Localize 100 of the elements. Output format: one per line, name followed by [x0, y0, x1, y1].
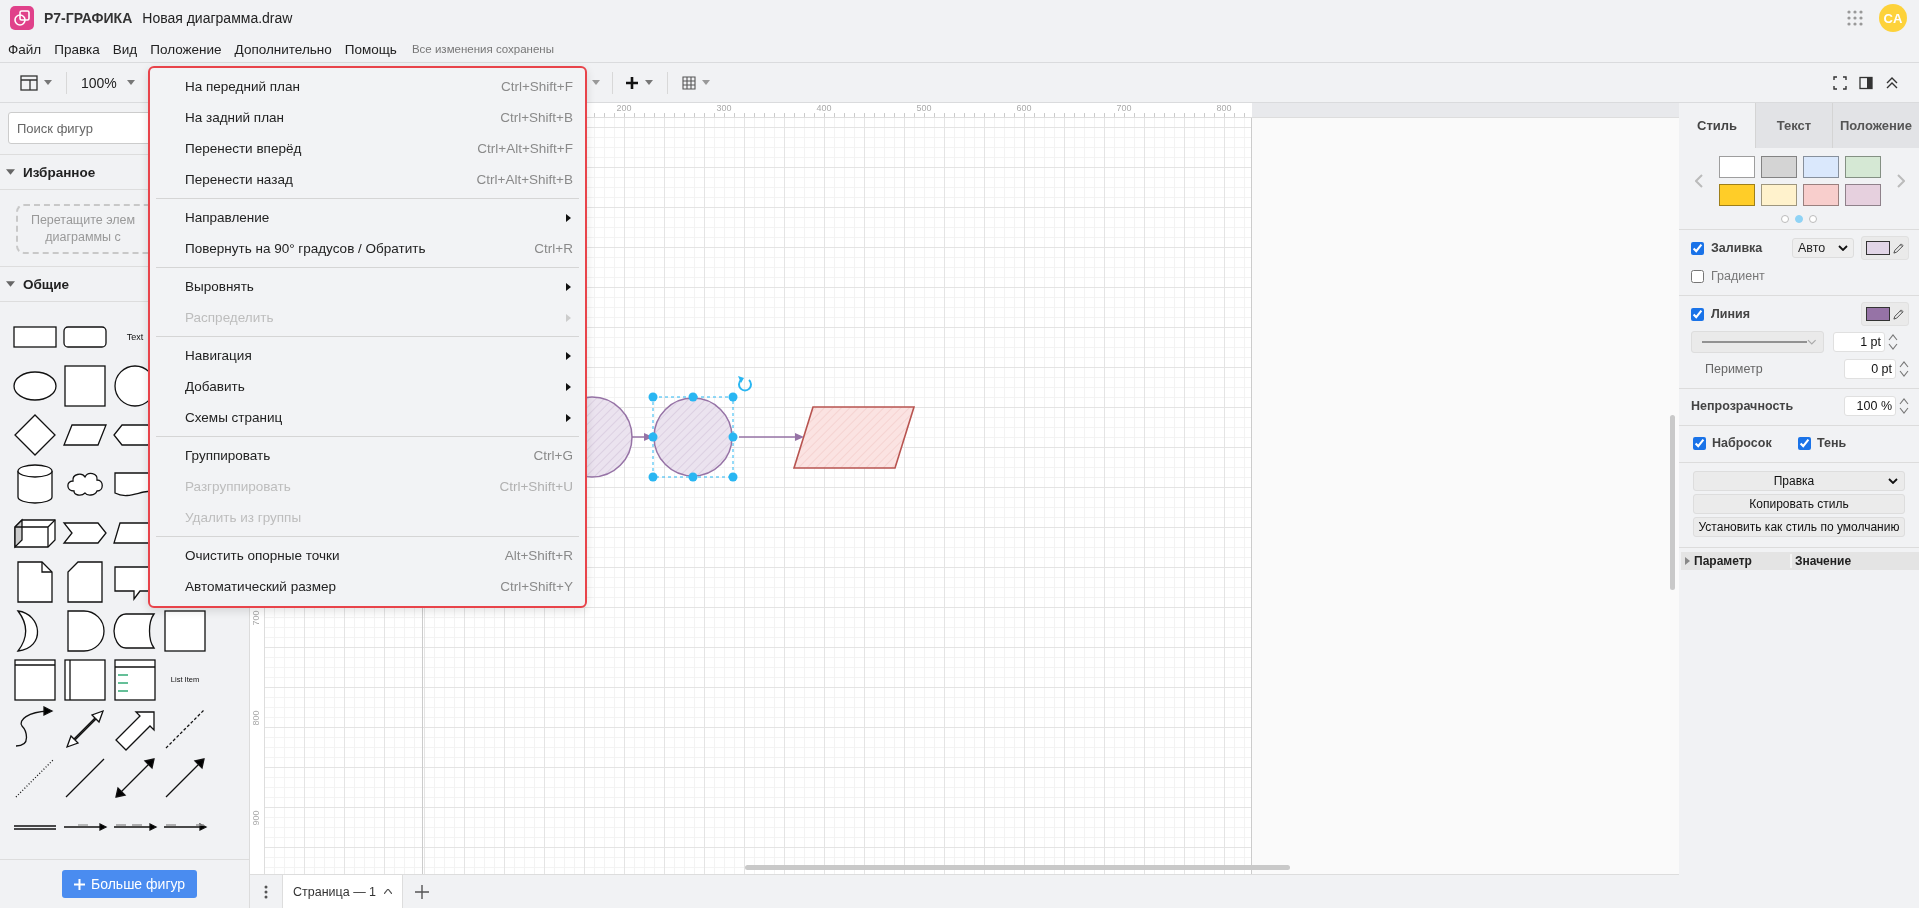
perimeter-field[interactable]: 0 pt	[1844, 359, 1896, 379]
square-icon[interactable]	[162, 607, 208, 654]
caret-icon[interactable]	[384, 889, 393, 894]
layout-button[interactable]	[20, 74, 52, 91]
style-swatch[interactable]	[1719, 156, 1755, 178]
menu-item[interactable]: Помощь	[344, 41, 397, 57]
fill-color-button[interactable]	[1861, 236, 1909, 260]
line-width-field[interactable]: 1 pt	[1833, 332, 1885, 352]
chevron-icon	[1838, 245, 1848, 251]
menu-item[interactable]: Вид	[112, 41, 138, 57]
menu-item[interactable]: Схемы страниц	[152, 402, 583, 433]
more-options-icon[interactable]	[264, 884, 268, 899]
page-dot[interactable]	[1781, 215, 1789, 223]
panel-toggle-icon[interactable]	[1859, 75, 1873, 90]
style-button[interactable]: Копировать стиль	[1693, 494, 1905, 514]
ruler-label: 400	[816, 103, 832, 113]
drop-hint: Перетащите элем	[30, 212, 136, 229]
ruler-label: 900	[251, 810, 261, 826]
opacity-field[interactable]: 100 %	[1844, 396, 1896, 416]
section-title[interactable]: Избранное	[23, 164, 96, 180]
collapse-icon[interactable]	[1885, 75, 1899, 90]
add-page-icon[interactable]	[415, 884, 430, 899]
menu-item[interactable]: Правка	[54, 41, 100, 57]
menu-item[interactable]: Положение	[150, 41, 222, 57]
drop-hint: диаграммы с	[45, 229, 121, 246]
caret-icon[interactable]	[6, 169, 15, 175]
checkbox[interactable]	[1798, 436, 1811, 450]
menu-item[interactable]: Повернуть на 90° градусов / Обратить Ctrl+R	[152, 233, 583, 264]
style-swatch[interactable]	[1845, 184, 1881, 206]
style-swatch[interactable]	[1719, 184, 1755, 206]
table-button[interactable]	[681, 75, 710, 90]
keyboard-shortcut: Ctrl+Alt+Shift+F	[477, 141, 573, 156]
fill-type-select[interactable]: Авто	[1792, 238, 1854, 258]
style-swatch[interactable]	[1803, 156, 1839, 178]
spinner-icon[interactable]	[1888, 333, 1898, 351]
menu-item[interactable]: На передний план Ctrl+Shift+F	[152, 71, 583, 102]
keyboard-shortcut: Ctrl+Shift+B	[500, 110, 573, 125]
fill-label: Заливка	[1711, 241, 1763, 255]
menu-item[interactable]: Файл	[8, 41, 42, 57]
page-tab[interactable]: Страница — 1	[282, 875, 404, 908]
checkbox[interactable]	[1691, 241, 1704, 255]
menu-item[interactable]: Очистить опорные точки Alt+Shift+R	[152, 540, 583, 571]
parallelogram-shape[interactable]	[792, 406, 916, 469]
spinner-icon[interactable]	[1899, 360, 1909, 378]
checkbox[interactable]	[1691, 307, 1704, 321]
container-icon[interactable]	[62, 656, 108, 703]
ruler-label: 600	[1016, 103, 1032, 113]
ruler-label: 800	[251, 710, 261, 726]
keyboard-shortcut: Ctrl+G	[533, 448, 573, 463]
zoom-button[interactable]: 100%	[81, 74, 135, 91]
keyboard-shortcut: Ctrl+Alt+Shift+B	[476, 172, 573, 187]
menu-item[interactable]: Выровнять	[152, 271, 583, 302]
sketch-label: Набросок	[1712, 436, 1773, 450]
container-icon[interactable]	[12, 656, 58, 703]
menu-item[interactable]: Дополнительно	[234, 41, 332, 57]
save-status: Все изменения сохранены	[411, 43, 554, 55]
page-dot[interactable]	[1809, 215, 1817, 223]
perimeter-label: Периметр	[1705, 362, 1763, 376]
page-dot[interactable]	[1795, 215, 1803, 223]
expand-icon[interactable]	[1685, 557, 1690, 565]
line-style-icon	[1702, 339, 1808, 345]
keyboard-shortcut: Alt+Shift+R	[504, 548, 573, 563]
style-swatch[interactable]	[1761, 156, 1797, 178]
caret-icon[interactable]	[6, 281, 15, 287]
style-swatch[interactable]	[1761, 184, 1797, 206]
scrollbar[interactable]	[1670, 415, 1675, 590]
menu-item[interactable]: Добавить	[152, 371, 583, 402]
rotate-handle-icon[interactable]	[738, 376, 752, 392]
scrollbar[interactable]	[745, 865, 1290, 870]
checkbox[interactable]	[1691, 269, 1704, 283]
ruler-label: 700	[1116, 103, 1132, 113]
connector-arrow[interactable]	[738, 433, 804, 441]
edit-select[interactable]: Правка	[1693, 471, 1905, 491]
menu-item[interactable]: Перенести назад Ctrl+Alt+Shift+B	[152, 164, 583, 195]
apps-grid-icon[interactable]	[1847, 10, 1863, 26]
eyedropper-icon	[1893, 242, 1904, 254]
panel-tab[interactable]: Текст	[1755, 103, 1832, 148]
style-button[interactable]: Установить как стиль по умолчанию	[1693, 517, 1905, 537]
line-style-select[interactable]	[1691, 331, 1824, 353]
insert-button[interactable]	[624, 75, 653, 90]
style-swatch[interactable]	[1845, 156, 1881, 178]
panel-tab[interactable]: Положение	[1832, 103, 1919, 148]
menu-item[interactable]: Направление	[152, 202, 583, 233]
shadow-label: Тень	[1817, 436, 1847, 450]
checkbox[interactable]	[1693, 436, 1706, 450]
square-icon[interactable]	[62, 362, 108, 409]
keyboard-shortcut: Ctrl+Shift+U	[499, 479, 573, 494]
style-swatch[interactable]	[1803, 184, 1839, 206]
spinner-icon[interactable]	[1899, 397, 1909, 415]
app-logo-icon	[10, 6, 34, 30]
fullscreen-icon[interactable]	[1833, 75, 1847, 90]
ruler-label: 800	[1216, 103, 1232, 113]
line-color-button[interactable]	[1861, 302, 1909, 326]
caret-icon	[44, 80, 52, 85]
text-shape[interactable]: Text	[126, 331, 144, 342]
list-icon[interactable]	[112, 656, 158, 703]
section-title[interactable]: Общие	[23, 276, 70, 292]
menu-item[interactable]: Навигация	[152, 340, 583, 371]
menu-item[interactable]: Группировать Ctrl+G	[152, 440, 583, 471]
menu-item[interactable]: Автоматический размер Ctrl+Shift+Y	[152, 571, 583, 602]
